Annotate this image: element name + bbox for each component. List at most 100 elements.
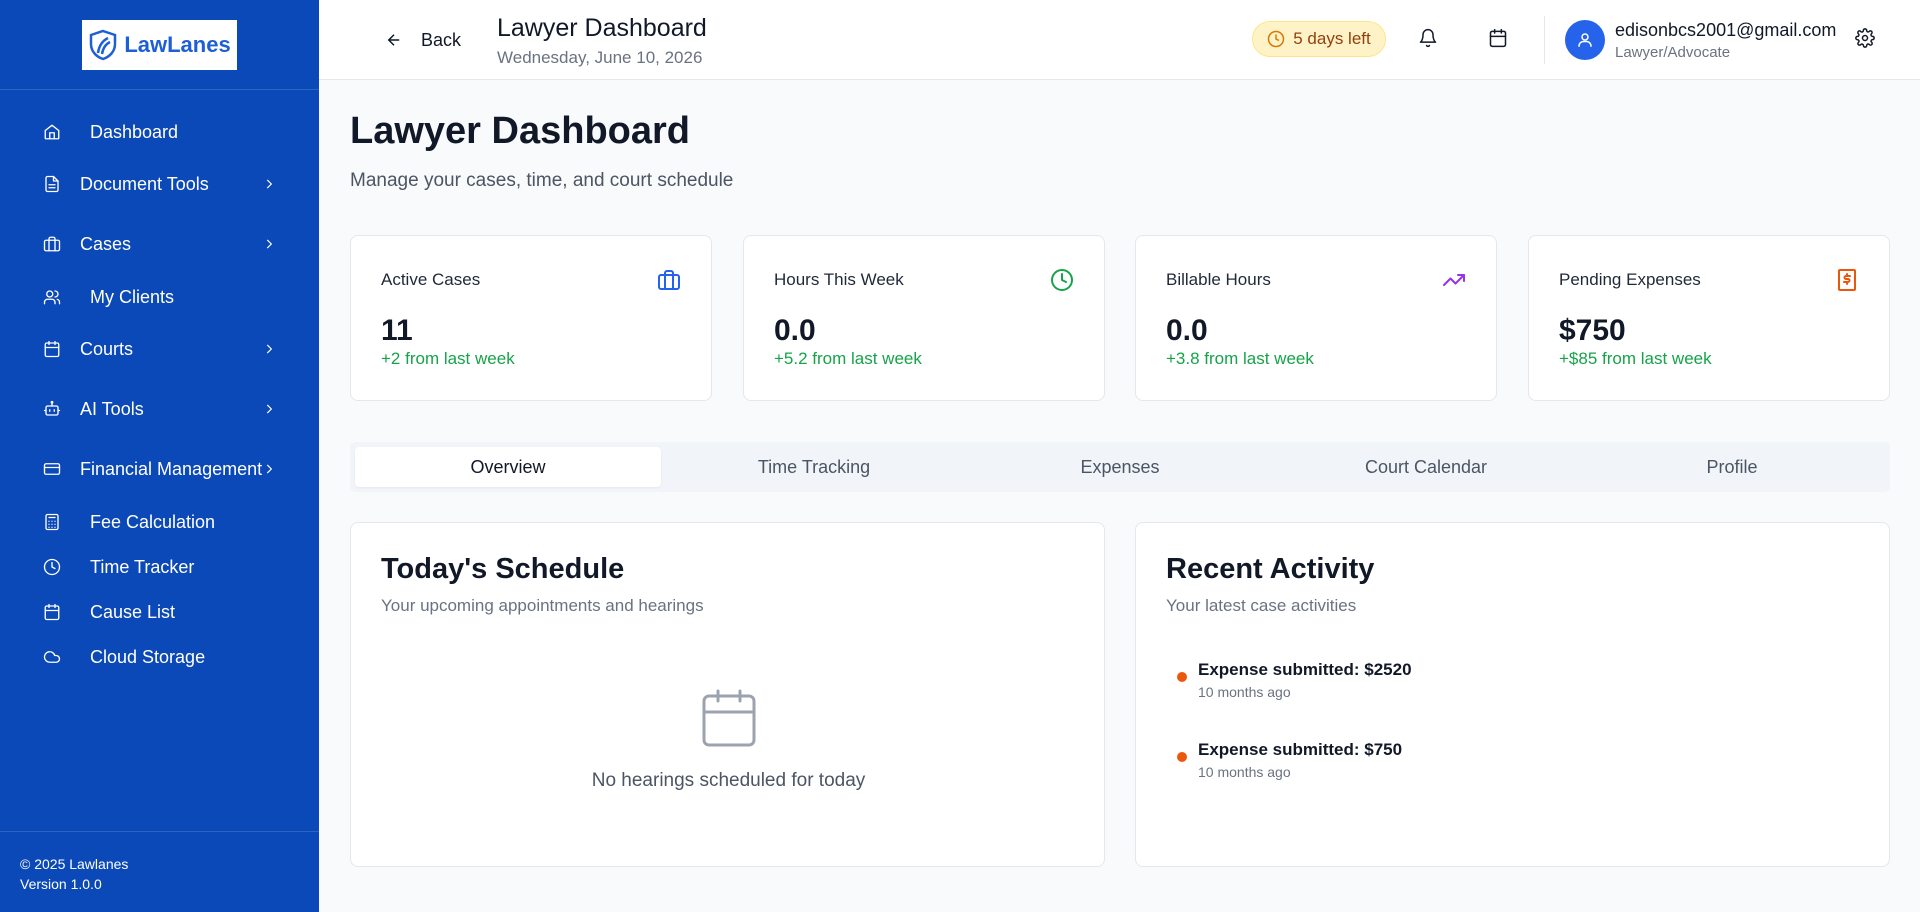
recent-activity-panel: Recent Activity Your latest case activit… [1135, 522, 1890, 867]
arrow-left-icon [387, 34, 400, 46]
chevron-right-icon [262, 237, 276, 251]
sidebar-item-courts[interactable]: Courts [0, 329, 319, 369]
clock-icon [1268, 30, 1285, 48]
clock-icon [1050, 268, 1074, 292]
sidebar-item-time-tracker[interactable]: Time Tracker [0, 547, 319, 587]
back-label: Back [421, 29, 462, 50]
bell-icon [1419, 28, 1437, 48]
sidebar-item-label: My Clients [90, 286, 175, 307]
sidebar-item-label: Cloud Storage [90, 646, 206, 667]
home-icon [42, 122, 62, 142]
stat-label: Hours This Week [774, 270, 904, 289]
user-email: edisonbcs2001@gmail.com [1615, 20, 1837, 40]
stat-value: 0.0 [1166, 314, 1208, 347]
sidebar-item-label: Financial Management [80, 458, 263, 479]
sidebar-item-label: Fee Calculation [90, 511, 216, 532]
calendar-icon [42, 602, 62, 622]
activity-item[interactable]: Expense submitted: $2520 10 months ago [1166, 660, 1846, 710]
activity-subtitle: Your latest case activities [1166, 596, 1357, 615]
sidebar-item-label: Cases [80, 233, 132, 254]
top-header: Back Lawyer Dashboard Wednesday, June 10… [319, 0, 1920, 80]
settings-button[interactable] [1855, 28, 1877, 50]
header-title: Lawyer Dashboard [497, 14, 707, 42]
stat-label: Pending Expenses [1559, 270, 1701, 289]
sidebar-item-ai-tools[interactable]: AI Tools [0, 389, 319, 429]
stat-change: +5.2 from last week [774, 349, 922, 368]
dashboard-tabs: Overview Time Tracking Expenses Court Ca… [350, 442, 1890, 492]
stat-value: $750 [1559, 314, 1626, 347]
schedule-title: Today's Schedule [381, 553, 625, 585]
sidebar-item-cause-list[interactable]: Cause List [0, 592, 319, 632]
header-date: Wednesday, June 10, 2026 [497, 48, 703, 67]
gear-icon [1855, 28, 1875, 48]
shield-logo-icon [90, 29, 117, 60]
brand-name: LawLanes [124, 31, 231, 57]
chevron-right-icon [262, 402, 276, 416]
stat-change: +$85 from last week [1559, 349, 1712, 368]
sidebar-item-label: Cause List [90, 601, 176, 622]
bot-icon [42, 399, 62, 419]
notifications-button[interactable] [1418, 28, 1440, 50]
tab-expenses[interactable]: Expenses [967, 447, 1273, 487]
trial-badge[interactable]: 5 days left [1252, 21, 1386, 57]
status-dot [1177, 752, 1187, 762]
stat-card-hours-this-week: Hours This Week 0.0 +5.2 from last week [743, 235, 1105, 401]
logo-area: LawLanes [0, 0, 319, 90]
activity-item-title: Expense submitted: $750 [1198, 740, 1403, 759]
stat-card-billable-hours: Billable Hours 0.0 +3.8 from last week [1135, 235, 1497, 401]
file-text-icon [42, 174, 62, 194]
receipt-dollar-icon [1835, 268, 1859, 292]
page-title: Lawyer Dashboard [350, 110, 690, 152]
calculator-icon [42, 512, 62, 532]
back-button[interactable]: Back [385, 24, 461, 56]
activity-item[interactable]: Expense submitted: $750 10 months ago [1166, 740, 1846, 790]
calendar-button[interactable] [1488, 28, 1510, 50]
users-icon [42, 287, 62, 307]
sidebar-item-label: Dashboard [90, 121, 179, 142]
schedule-empty-text: No hearings scheduled for today [591, 770, 866, 791]
sidebar-item-label: Document Tools [80, 173, 209, 194]
stat-label: Active Cases [381, 270, 481, 289]
cloud-icon [42, 647, 62, 667]
sidebar-item-document-tools[interactable]: Document Tools [0, 164, 319, 204]
chevron-right-icon [262, 462, 276, 476]
activity-item-time: 10 months ago [1198, 684, 1291, 700]
chevron-right-icon [262, 342, 276, 356]
chevron-right-icon [262, 177, 276, 191]
sidebar-item-my-clients[interactable]: My Clients [0, 277, 319, 317]
stat-label: Billable Hours [1166, 270, 1271, 289]
copyright-text: © 2025 Lawlanes [20, 856, 129, 872]
tab-time-tracking[interactable]: Time Tracking [661, 447, 967, 487]
avatar[interactable] [1565, 20, 1605, 60]
stat-change: +3.8 from last week [1166, 349, 1314, 368]
calendar-icon [42, 339, 62, 359]
calendar-icon [701, 688, 757, 748]
clock-icon [42, 557, 62, 577]
stat-card-active-cases: Active Cases 11 +2 from last week [350, 235, 712, 401]
activity-item-title: Expense submitted: $2520 [1198, 660, 1412, 679]
user-icon [1578, 33, 1592, 47]
sidebar-item-financial-management[interactable]: Financial Management [0, 449, 319, 489]
stat-value: 11 [381, 314, 413, 347]
sidebar: LawLanes Dashboard Document Tools Cases … [0, 0, 319, 912]
tab-overview[interactable]: Overview [355, 447, 661, 487]
stat-change: +2 from last week [381, 349, 515, 368]
activity-item-time: 10 months ago [1198, 764, 1291, 780]
sidebar-item-label: AI Tools [80, 398, 144, 419]
sidebar-item-fee-calculation[interactable]: Fee Calculation [0, 502, 319, 542]
sidebar-item-dashboard[interactable]: Dashboard [0, 112, 319, 152]
stat-value: 0.0 [774, 314, 816, 347]
stat-card-pending-expenses: Pending Expenses $750 +$85 from last wee… [1528, 235, 1890, 401]
schedule-subtitle: Your upcoming appointments and hearings [381, 596, 704, 615]
sidebar-item-cases[interactable]: Cases [0, 224, 319, 264]
sidebar-item-label: Time Tracker [90, 556, 195, 577]
version-text: Version 1.0.0 [20, 876, 102, 892]
credit-card-icon [42, 459, 62, 479]
brand-logo[interactable]: LawLanes [82, 19, 237, 70]
sidebar-item-cloud-storage[interactable]: Cloud Storage [0, 637, 319, 677]
tab-court-calendar[interactable]: Court Calendar [1273, 447, 1579, 487]
user-role: Lawyer/Advocate [1615, 44, 1731, 61]
trial-badge-label: 5 days left [1293, 29, 1371, 48]
trending-up-icon [1442, 268, 1466, 292]
tab-profile[interactable]: Profile [1579, 447, 1885, 487]
